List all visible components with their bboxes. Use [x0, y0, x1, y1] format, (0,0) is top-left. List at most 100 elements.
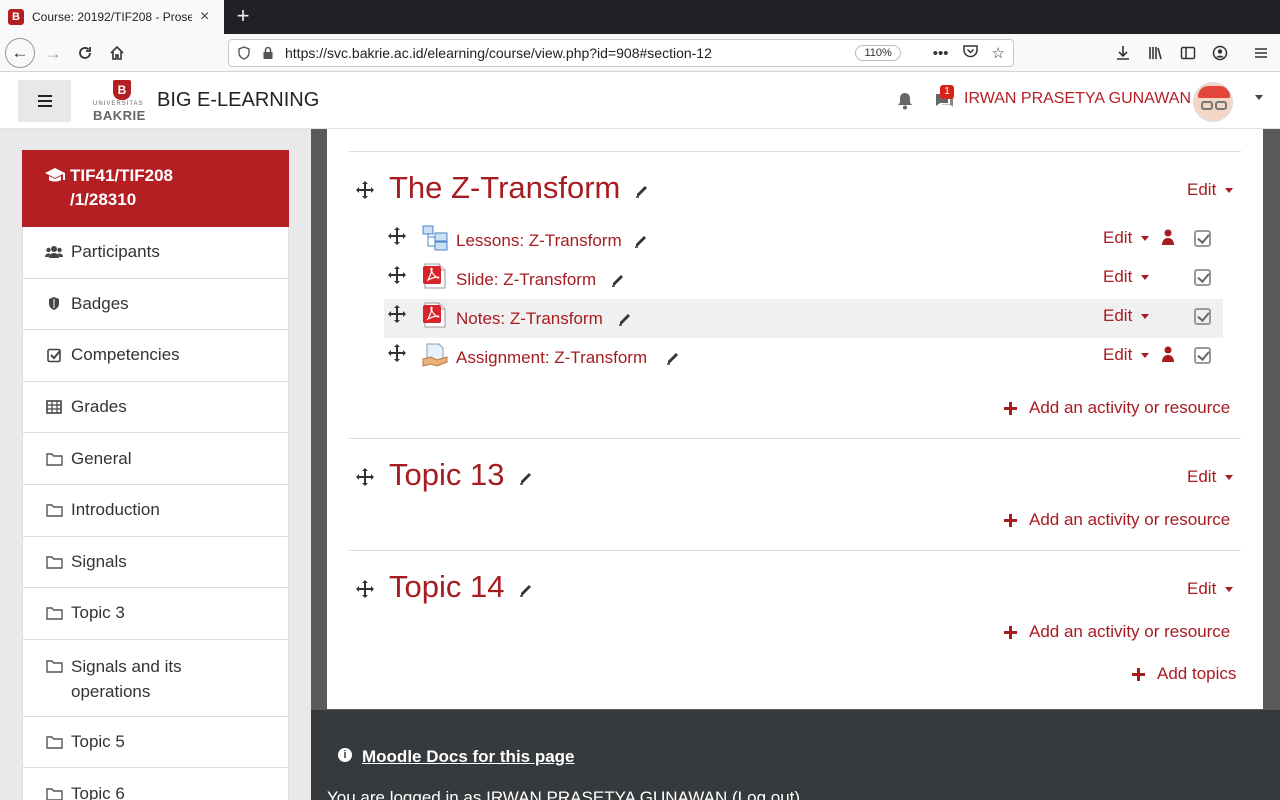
- sidebar-item-label: Topic 3: [71, 603, 125, 623]
- user-name[interactable]: IRWAN PRASETYA GUNAWAN: [964, 90, 1191, 108]
- sidebar-item-topic-6[interactable]: Topic 6: [22, 768, 289, 800]
- user-restricted-icon[interactable]: [1161, 346, 1175, 362]
- graduation-cap-icon: [45, 168, 65, 182]
- add-activity-button[interactable]: Add an activity or resource: [1004, 510, 1230, 530]
- more-icon[interactable]: •••: [933, 45, 949, 62]
- plus-icon: [1004, 401, 1017, 415]
- url-text[interactable]: https://svc.bakrie.ac.id/elearning/cours…: [285, 45, 855, 61]
- move-icon[interactable]: [388, 305, 406, 323]
- moodle-docs-link[interactable]: Moodle Docs for this page: [362, 747, 575, 767]
- user-restricted-icon[interactable]: [1161, 229, 1175, 245]
- edit-title-pencil-icon[interactable]: [635, 184, 649, 198]
- sidebar-item-badges[interactable]: Badges: [22, 278, 289, 331]
- address-bar[interactable]: https://svc.bakrie.ac.id/elearning/cours…: [228, 39, 1014, 67]
- site-header: B UNIVERSITAS BAKRIE BIG E-LEARNING 1 IR…: [0, 72, 1280, 129]
- edit-title-pencil-icon[interactable]: [618, 312, 632, 326]
- add-topics-button[interactable]: Add topics: [1132, 664, 1236, 684]
- sidebar-item-participants[interactable]: Participants: [22, 227, 289, 279]
- section-title[interactable]: Topic 14: [389, 569, 504, 605]
- edit-title-pencil-icon[interactable]: [519, 583, 533, 597]
- pocket-icon[interactable]: [962, 44, 978, 62]
- completion-checkbox[interactable]: [1194, 230, 1211, 247]
- edit-title-pencil-icon[interactable]: [666, 351, 680, 365]
- tab-title: Course: 20192/TIF208 - Prose: [32, 10, 192, 24]
- nav-list: Participants Badges Competencies Grades …: [22, 227, 289, 800]
- edit-title-pencil-icon[interactable]: [519, 471, 533, 485]
- library-icon[interactable]: [1141, 38, 1171, 68]
- back-icon[interactable]: ←: [5, 38, 35, 68]
- activity-edit-menu[interactable]: Edit: [1103, 306, 1150, 326]
- close-tab-icon[interactable]: ×: [200, 9, 209, 25]
- course-code-line1: TIF41/TIF208: [70, 166, 173, 185]
- section-edit-menu[interactable]: Edit: [1187, 467, 1234, 487]
- bookmark-star-icon[interactable]: ☆: [992, 44, 1005, 62]
- activity-link[interactable]: Assignment: Z-Transform: [456, 348, 647, 368]
- completion-checkbox[interactable]: [1194, 308, 1211, 325]
- course-nav-item[interactable]: TIF41/TIF208 /1/28310: [22, 150, 289, 227]
- download-icon[interactable]: [1108, 38, 1138, 68]
- favicon-icon: B: [8, 9, 24, 25]
- move-icon[interactable]: [388, 227, 406, 245]
- sidebar-item-signals[interactable]: Signals: [22, 536, 289, 589]
- sidebar-item-general[interactable]: General: [22, 433, 289, 485]
- account-icon[interactable]: [1205, 38, 1235, 68]
- pdf-icon: [423, 263, 446, 289]
- activity-link[interactable]: Slide: Z-Transform: [456, 270, 596, 290]
- drawer-toggle-button[interactable]: [18, 80, 71, 122]
- zoom-level[interactable]: 110%: [855, 45, 901, 61]
- sidebar-item-label: Signals: [71, 551, 127, 571]
- add-activity-button[interactable]: Add an activity or resource: [1004, 398, 1230, 418]
- folder-icon: [45, 734, 63, 750]
- folder-icon: [45, 658, 63, 674]
- move-icon[interactable]: [356, 580, 374, 598]
- completion-checkbox[interactable]: [1194, 347, 1211, 364]
- move-icon[interactable]: [356, 468, 374, 486]
- sidebar-item-topic-3[interactable]: Topic 3: [22, 588, 289, 640]
- completion-checkbox[interactable]: [1194, 269, 1211, 286]
- table-icon: [45, 399, 63, 415]
- assignment-icon: [422, 343, 448, 367]
- section-edit-menu[interactable]: Edit: [1187, 579, 1234, 599]
- notification-bell-icon[interactable]: [895, 91, 915, 111]
- lesson-icon: [422, 225, 448, 251]
- section-edit-menu[interactable]: Edit: [1187, 180, 1234, 200]
- sidebar-item-label: Competencies: [71, 345, 180, 365]
- move-icon[interactable]: [356, 181, 374, 199]
- site-name[interactable]: BIG E-LEARNING: [157, 89, 319, 112]
- site-logo[interactable]: B UNIVERSITAS BAKRIE: [93, 80, 151, 123]
- activity-edit-menu[interactable]: Edit: [1103, 267, 1150, 287]
- chevron-down-icon: [1141, 275, 1150, 281]
- section-title[interactable]: The Z-Transform: [389, 170, 620, 206]
- sidebar-item-grades[interactable]: Grades: [22, 381, 289, 434]
- edit-title-pencil-icon[interactable]: [611, 273, 625, 287]
- activity-link[interactable]: Notes: Z-Transform: [456, 309, 603, 329]
- sidebar-item-competencies[interactable]: Competencies: [22, 330, 289, 382]
- activity-link[interactable]: Lessons: Z-Transform: [456, 231, 622, 251]
- add-activity-button[interactable]: Add an activity or resource: [1004, 622, 1230, 642]
- section-title[interactable]: Topic 13: [389, 457, 504, 493]
- user-menu-chevron-down-icon[interactable]: [1255, 95, 1263, 100]
- sidebar-item-signals-operations[interactable]: Signals and its operations: [22, 639, 289, 717]
- tracking-shield-icon[interactable]: [237, 46, 251, 60]
- move-icon[interactable]: [388, 266, 406, 284]
- browser-tab[interactable]: B Course: 20192/TIF208 - Prose ×: [0, 0, 224, 34]
- home-icon[interactable]: [102, 38, 132, 68]
- edit-title-pencil-icon[interactable]: [634, 234, 648, 248]
- folder-icon: [45, 786, 63, 800]
- new-tab-icon[interactable]: +: [230, 4, 256, 30]
- move-icon[interactable]: [388, 344, 406, 362]
- sidebar-item-label: Signals and its operations: [71, 656, 182, 701]
- lock-icon[interactable]: [261, 46, 275, 60]
- menu-icon[interactable]: [1246, 38, 1276, 68]
- activity-edit-menu[interactable]: Edit: [1103, 345, 1150, 365]
- sidebar-item-topic-5[interactable]: Topic 5: [22, 716, 289, 769]
- sidebar-item-label: Topic 5: [71, 732, 125, 752]
- reload-icon[interactable]: [70, 38, 100, 68]
- sidebar-item-introduction[interactable]: Introduction: [22, 484, 289, 537]
- forward-icon[interactable]: →: [38, 38, 68, 68]
- sidebar-toggle-icon[interactable]: [1173, 38, 1203, 68]
- message-count-badge: 1: [940, 85, 954, 99]
- activity-edit-menu[interactable]: Edit: [1103, 228, 1150, 248]
- sidebar-item-label: Topic 6: [71, 783, 125, 800]
- avatar[interactable]: [1193, 82, 1233, 122]
